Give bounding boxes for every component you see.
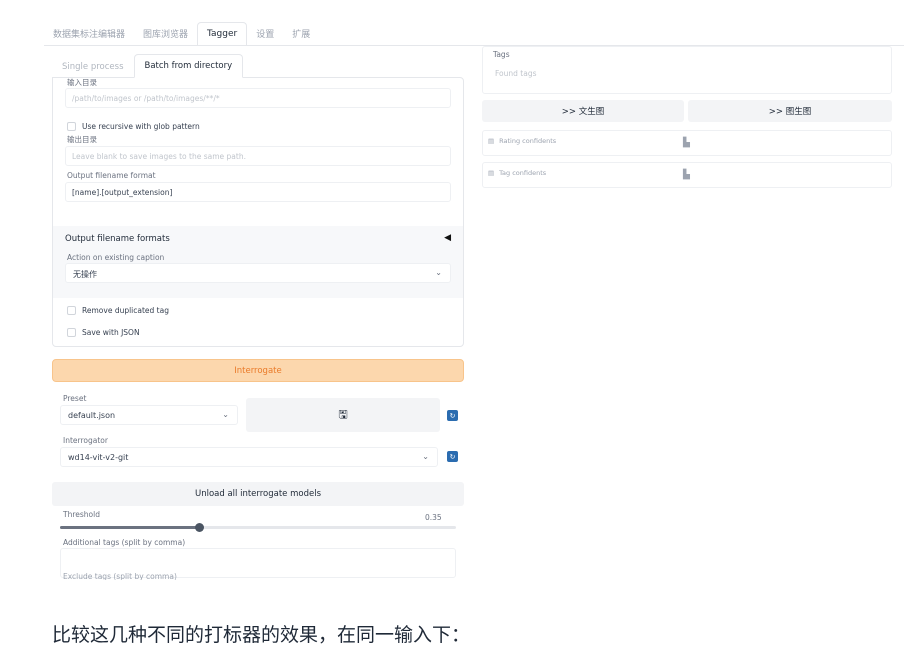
tab-batch-from-directory[interactable]: Batch from directory: [133, 54, 244, 78]
threshold-value[interactable]: 0.35: [425, 513, 442, 522]
preset-value: default.json: [68, 411, 116, 420]
interrogator-select[interactable]: wd14-vit-v2-git ⌄: [60, 447, 438, 467]
remove-duplicated-checkbox[interactable]: Remove duplicated tag: [67, 306, 169, 315]
preset-select[interactable]: default.json ⌄: [60, 405, 238, 425]
input-dir-label: 输入目录: [67, 78, 97, 87]
chevron-down-icon: ⌄: [435, 268, 442, 277]
output-dir-field[interactable]: Leave blank to save images to the same p…: [65, 146, 451, 166]
tags-output[interactable]: Found tags: [495, 69, 537, 78]
checkbox-box[interactable]: [67, 328, 76, 337]
remove-duplicated-label: Remove duplicated tag: [82, 306, 169, 315]
threshold-slider[interactable]: [60, 523, 456, 532]
additional-tags-label: Additional tags (split by comma): [63, 538, 186, 547]
tags-output-panel: Tags Found tags: [482, 46, 892, 94]
tab-tagger[interactable]: Tagger: [197, 22, 248, 46]
save-preset-button[interactable]: 🖫: [246, 398, 440, 432]
save-json-checkbox[interactable]: Save with JSON: [67, 328, 140, 337]
interrogator-value: wd14-vit-v2-git: [68, 453, 129, 462]
interrogator-label: Interrogator: [63, 436, 108, 445]
action-select[interactable]: 无操作 ⌄: [65, 263, 451, 283]
recursive-label: Use recursive with glob pattern: [82, 122, 200, 131]
collapse-arrow-icon[interactable]: ◀: [444, 233, 451, 243]
unload-models-button[interactable]: Unload all interrogate models: [52, 482, 464, 506]
save-icon: 🖫: [338, 407, 348, 421]
exclude-tags-label: Exclude tags (split by comma): [63, 572, 177, 580]
file-icon: ▙: [683, 170, 690, 180]
label-icon: ▤: [488, 169, 495, 177]
refresh-preset-icon[interactable]: ↻: [447, 410, 458, 421]
chevron-down-icon: ⌄: [222, 410, 229, 419]
sub-tab-bar: Single process Batch from directory: [52, 54, 464, 78]
chevron-down-icon: ⌄: [422, 452, 429, 461]
left-column: Single process Batch from directory 输入目录…: [52, 54, 464, 347]
action-label: Action on existing caption: [67, 253, 165, 262]
output-filename-field[interactable]: [name].[output_extension]: [65, 182, 451, 202]
rating-label-row: ▤ Rating confidents: [488, 137, 556, 145]
tags-label: Tags: [493, 50, 510, 59]
slider-handle[interactable]: [195, 523, 204, 532]
save-json-label: Save with JSON: [82, 328, 140, 337]
interrogate-button[interactable]: Interrogate: [52, 359, 464, 382]
tab-settings[interactable]: 设置: [247, 27, 283, 46]
output-formats-accordion[interactable]: Output filename formats ◀ Action on exis…: [53, 226, 463, 298]
refresh-interrogator-icon[interactable]: ↻: [447, 451, 458, 462]
tab-single-process[interactable]: Single process: [52, 62, 134, 78]
output-dir-label: 输出目录: [67, 135, 97, 144]
input-dir-field[interactable]: /path/to/images or /path/to/images/**/*: [65, 88, 451, 108]
tab-dataset-tag-editor[interactable]: 数据集标注编辑器: [44, 27, 134, 46]
file-icon: ▙: [683, 138, 690, 148]
preset-label: Preset: [63, 394, 87, 403]
send-to-txt2img-button[interactable]: >> 文生图: [482, 100, 684, 122]
send-to-img2img-button[interactable]: >> 图生图: [688, 100, 892, 122]
tag-confidents-panel: ▤ Tag confidents ▙: [482, 162, 892, 188]
rating-confidents-panel: ▤ Rating confidents ▙: [482, 130, 892, 156]
webui-screenshot: 数据集标注编辑器 图库浏览器 Tagger 设置 扩展 Single proce…: [0, 0, 924, 580]
top-tab-bar: 数据集标注编辑器 图库浏览器 Tagger 设置 扩展: [44, 22, 319, 46]
accordion-title: Output filename formats: [65, 234, 170, 244]
rating-confidents-label: Rating confidents: [499, 137, 557, 145]
checkbox-box[interactable]: [67, 306, 76, 315]
article-caption: 比较这几种不同的打标器的效果，在同一输入下：: [52, 624, 471, 646]
tab-extensions[interactable]: 扩展: [283, 27, 319, 46]
checkbox-box[interactable]: [67, 122, 76, 131]
batch-panel: 输入目录 /path/to/images or /path/to/images/…: [52, 77, 464, 347]
threshold-label: Threshold: [63, 510, 100, 519]
recursive-checkbox[interactable]: Use recursive with glob pattern: [67, 122, 200, 131]
tab-image-browser[interactable]: 图库浏览器: [134, 27, 197, 46]
tag-confidents-label: Tag confidents: [499, 169, 547, 177]
tag-conf-label-row: ▤ Tag confidents: [488, 169, 546, 177]
slider-fill: [60, 526, 199, 529]
output-filename-label: Output filename format: [67, 171, 156, 180]
action-value: 无操作: [73, 270, 97, 279]
label-icon: ▤: [488, 137, 495, 145]
